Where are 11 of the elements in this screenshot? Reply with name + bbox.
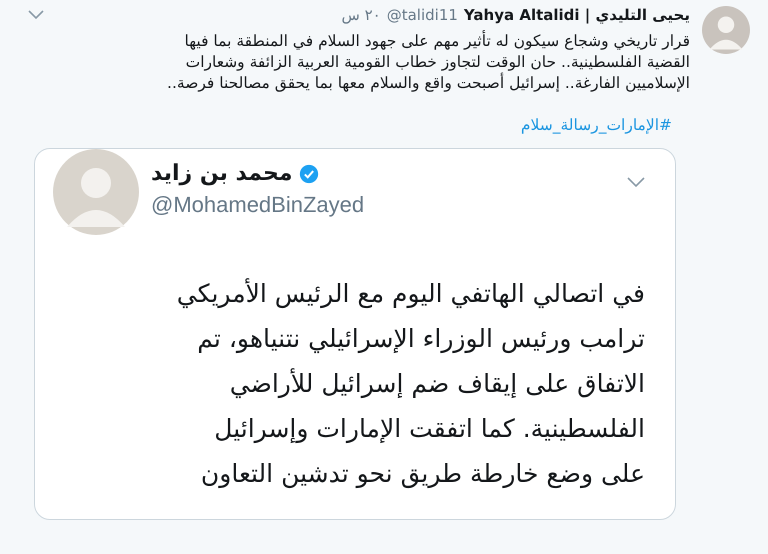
quoted-tweet-card[interactable] bbox=[34, 148, 676, 520]
quoted-author-name[interactable]: محمد بن زايد bbox=[151, 161, 292, 186]
author-handle: @talidi11 bbox=[386, 6, 458, 24]
caret-icon[interactable] bbox=[627, 177, 645, 188]
quoted-author-handle: @MohamedBinZayed bbox=[151, 192, 366, 218]
tweet-time[interactable]: ٢٠ س bbox=[342, 6, 381, 24]
quoted-tweet-text: في اتصالي الهاتفي اليوم مع الرئيس الأمريكي ترامب ورئيس الوزراء الإسرائيلي نتنياهو، تم الاتفاق على إيقاف ضم إسرائيل للأراضي الفلسطينية. كما اتفقت الإمارات وإسرائيل على وضع خارطة طريق نحو تدشين التعاون bbox=[176, 277, 645, 490]
avatar bbox=[702, 6, 750, 54]
author-name[interactable]: Yahya Altalidi | يحيى التليدي bbox=[464, 6, 690, 24]
caret-icon[interactable] bbox=[28, 10, 44, 20]
tweet-text: قرار تاريخي وشجاع سيكون له تأثير مهم على جهود السلام في المنطقة بما فيها القضية الفلسطينية.. حان الوقت لتجاوز خطاب القومية العربية الزائفة وشعارات الإسلاميين الفارغة.. إسرائيل أصبحت واقع والسلام معها بما يحقق مصالحنا فرصة.. bbox=[166, 31, 690, 94]
